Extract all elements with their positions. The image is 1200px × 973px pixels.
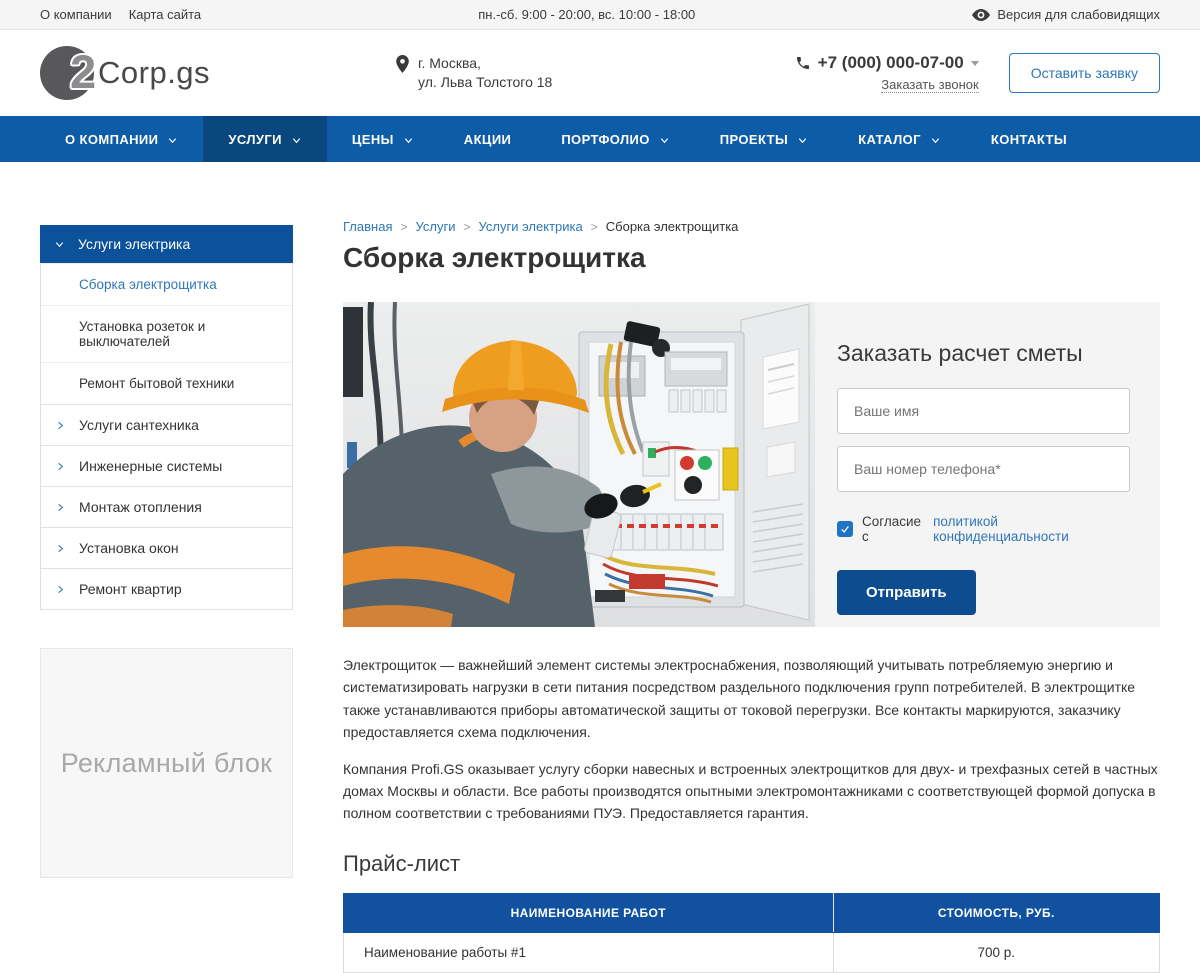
chevron-down-icon [797, 135, 808, 146]
nav-item-label: ПОРТФОЛИО [561, 132, 649, 147]
nav-item-label: АКЦИИ [464, 132, 512, 147]
breadcrumb: Главная > Услуги > Услуги электрика > Сб… [343, 219, 1160, 234]
submit-button[interactable]: Отправить [837, 570, 976, 615]
work-price-cell: 700 р. [833, 932, 1159, 972]
header-address: г. Москва, ул. Льва Толстого 18 [396, 54, 552, 92]
chevron-down-icon [403, 135, 414, 146]
nav-item-label: КАТАЛОГ [858, 132, 921, 147]
site-header: 2 Corp.gs г. Москва, ул. Льва Толстого 1… [0, 30, 1200, 116]
price-table: НАИМЕНОВАНИЕ РАБОТ СТОИМОСТЬ, РУБ. Наиме… [343, 893, 1160, 973]
breadcrumb-link[interactable]: Сборка электрощитка [606, 219, 739, 234]
phone-dropdown-caret[interactable] [971, 61, 979, 66]
price-table-header-name: НАИМЕНОВАНИЕ РАБОТ [344, 893, 834, 932]
ad-placeholder: Рекламный блок [40, 648, 293, 878]
chevron-right-icon [55, 584, 66, 595]
chevron-right-icon [55, 502, 66, 513]
sidebar-category[interactable]: Ремонт квартир [40, 568, 293, 610]
accessibility-label: Версия для слабовидящих [997, 7, 1160, 22]
sidebar-subitem[interactable]: Ремонт бытовой техники [41, 362, 292, 404]
price-table-header-cost: СТОИМОСТЬ, РУБ. [833, 893, 1159, 932]
address-line-1: г. Москва, [418, 54, 552, 73]
breadcrumb-separator: > [591, 220, 598, 234]
consent-row: Согласие с политикой конфиденциальности [837, 514, 1130, 544]
hero-block: Заказать расчет сметы Согласие с политик… [343, 302, 1160, 627]
sidebar-active-label: Услуги электрика [78, 236, 190, 252]
page-title: Сборка электрощитка [343, 242, 1160, 274]
hero-photo [343, 302, 815, 627]
chevron-right-icon [55, 420, 66, 431]
price-list-title: Прайс-лист [343, 851, 1160, 877]
site-logo[interactable]: 2 Corp.gs [40, 46, 210, 100]
nav-item[interactable]: ЦЕНЫ [327, 116, 439, 162]
nav-item[interactable]: О КОМПАНИИ [40, 116, 203, 162]
chevron-down-icon [54, 239, 65, 250]
topbar-link-sitemap[interactable]: Карта сайта [129, 7, 201, 22]
chevron-right-icon [55, 461, 66, 472]
map-pin-icon [396, 55, 409, 73]
sidebar-category-label: Ремонт квартир [79, 581, 182, 597]
nav-item[interactable]: ПОРТФОЛИО [536, 116, 694, 162]
sidebar-item-uslugi-elektrika[interactable]: Услуги электрика [40, 225, 293, 263]
nav-item-label: ПРОЕКТЫ [720, 132, 788, 147]
breadcrumb-link[interactable]: Услуги электрика [479, 219, 583, 234]
nav-item[interactable]: КОНТАКТЫ [966, 116, 1092, 162]
phone-number[interactable]: +7 (000) 000-07-00 [795, 53, 979, 73]
nav-item-label: ЦЕНЫ [352, 132, 394, 147]
accessibility-version-link[interactable]: Версия для слабовидящих [972, 7, 1160, 22]
sidebar-category[interactable]: Инженерные системы [40, 445, 293, 487]
chevron-right-icon [55, 543, 66, 554]
phone-icon [795, 55, 811, 71]
sidebar-subitem[interactable]: Установка розеток и выключателей [41, 305, 292, 362]
privacy-policy-link[interactable]: политикой конфиденциальности [933, 514, 1130, 544]
logo-text: Corp.gs [98, 55, 210, 91]
sidebar-category[interactable]: Услуги сантехника [40, 404, 293, 446]
name-input[interactable] [837, 388, 1130, 434]
breadcrumb-separator: > [463, 220, 470, 234]
sidebar-subitem[interactable]: Сборка электрощитка [41, 263, 292, 305]
sidebar-category-label: Установка окон [79, 540, 179, 556]
top-bar: О компании Карта сайта пн.-сб. 9:00 - 20… [0, 0, 1200, 30]
working-hours: пн.-сб. 9:00 - 20:00, вс. 10:00 - 18:00 [201, 7, 972, 22]
sidebar-category-label: Инженерные системы [79, 458, 222, 474]
work-name-cell: Наименование работы #1 [344, 932, 834, 972]
form-title: Заказать расчет сметы [837, 340, 1130, 367]
topbar-link-about[interactable]: О компании [40, 7, 112, 22]
main-nav: О КОМПАНИИ УСЛУГИ ЦЕНЫ АКЦИИ ПОРТФОЛИО [0, 116, 1200, 162]
nav-item-label: КОНТАКТЫ [991, 132, 1067, 147]
consent-checkbox[interactable] [837, 521, 853, 537]
logo-digit: 2 [70, 42, 96, 102]
article-paragraph: Компания Profi.GS оказывает услугу сборк… [343, 758, 1160, 825]
nav-item[interactable]: АКЦИИ [439, 116, 537, 162]
nav-item-label: УСЛУГИ [228, 132, 281, 147]
callback-link[interactable]: Заказать звонок [881, 77, 978, 93]
chevron-down-icon [167, 135, 178, 146]
sidebar-category-label: Услуги сантехника [79, 417, 199, 433]
breadcrumb-link[interactable]: Услуги [416, 219, 456, 234]
chevron-down-icon [291, 135, 302, 146]
phone-input[interactable] [837, 446, 1130, 492]
nav-item[interactable]: КАТАЛОГ [833, 116, 966, 162]
breadcrumb-separator: > [400, 220, 407, 234]
consent-text: Согласие с [862, 514, 929, 544]
sidebar-category[interactable]: Монтаж отопления [40, 486, 293, 528]
estimate-form: Заказать расчет сметы Согласие с политик… [815, 302, 1160, 627]
article-text: Электрощиток — важнейший элемент системы… [343, 654, 1160, 825]
breadcrumb-link[interactable]: Главная [343, 219, 392, 234]
address-line-2: ул. Льва Толстого 18 [418, 73, 552, 92]
main-content: Главная > Услуги > Услуги электрика > Сб… [343, 219, 1160, 973]
sidebar: Услуги электрика Сборка электрощитка Уст… [40, 225, 293, 878]
sidebar-category-label: Монтаж отопления [79, 499, 202, 515]
chevron-down-icon [659, 135, 670, 146]
eye-icon [972, 9, 990, 21]
nav-item[interactable]: ПРОЕКТЫ [695, 116, 833, 162]
nav-item[interactable]: УСЛУГИ [203, 116, 326, 162]
sidebar-category[interactable]: Установка окон [40, 527, 293, 569]
article-paragraph: Электрощиток — важнейший элемент системы… [343, 654, 1160, 744]
chevron-down-icon [930, 135, 941, 146]
nav-item-label: О КОМПАНИИ [65, 132, 158, 147]
price-table-row: Наименование работы #1 700 р. [344, 932, 1160, 972]
check-icon [840, 524, 850, 534]
leave-request-button[interactable]: Оставить заявку [1009, 53, 1160, 93]
